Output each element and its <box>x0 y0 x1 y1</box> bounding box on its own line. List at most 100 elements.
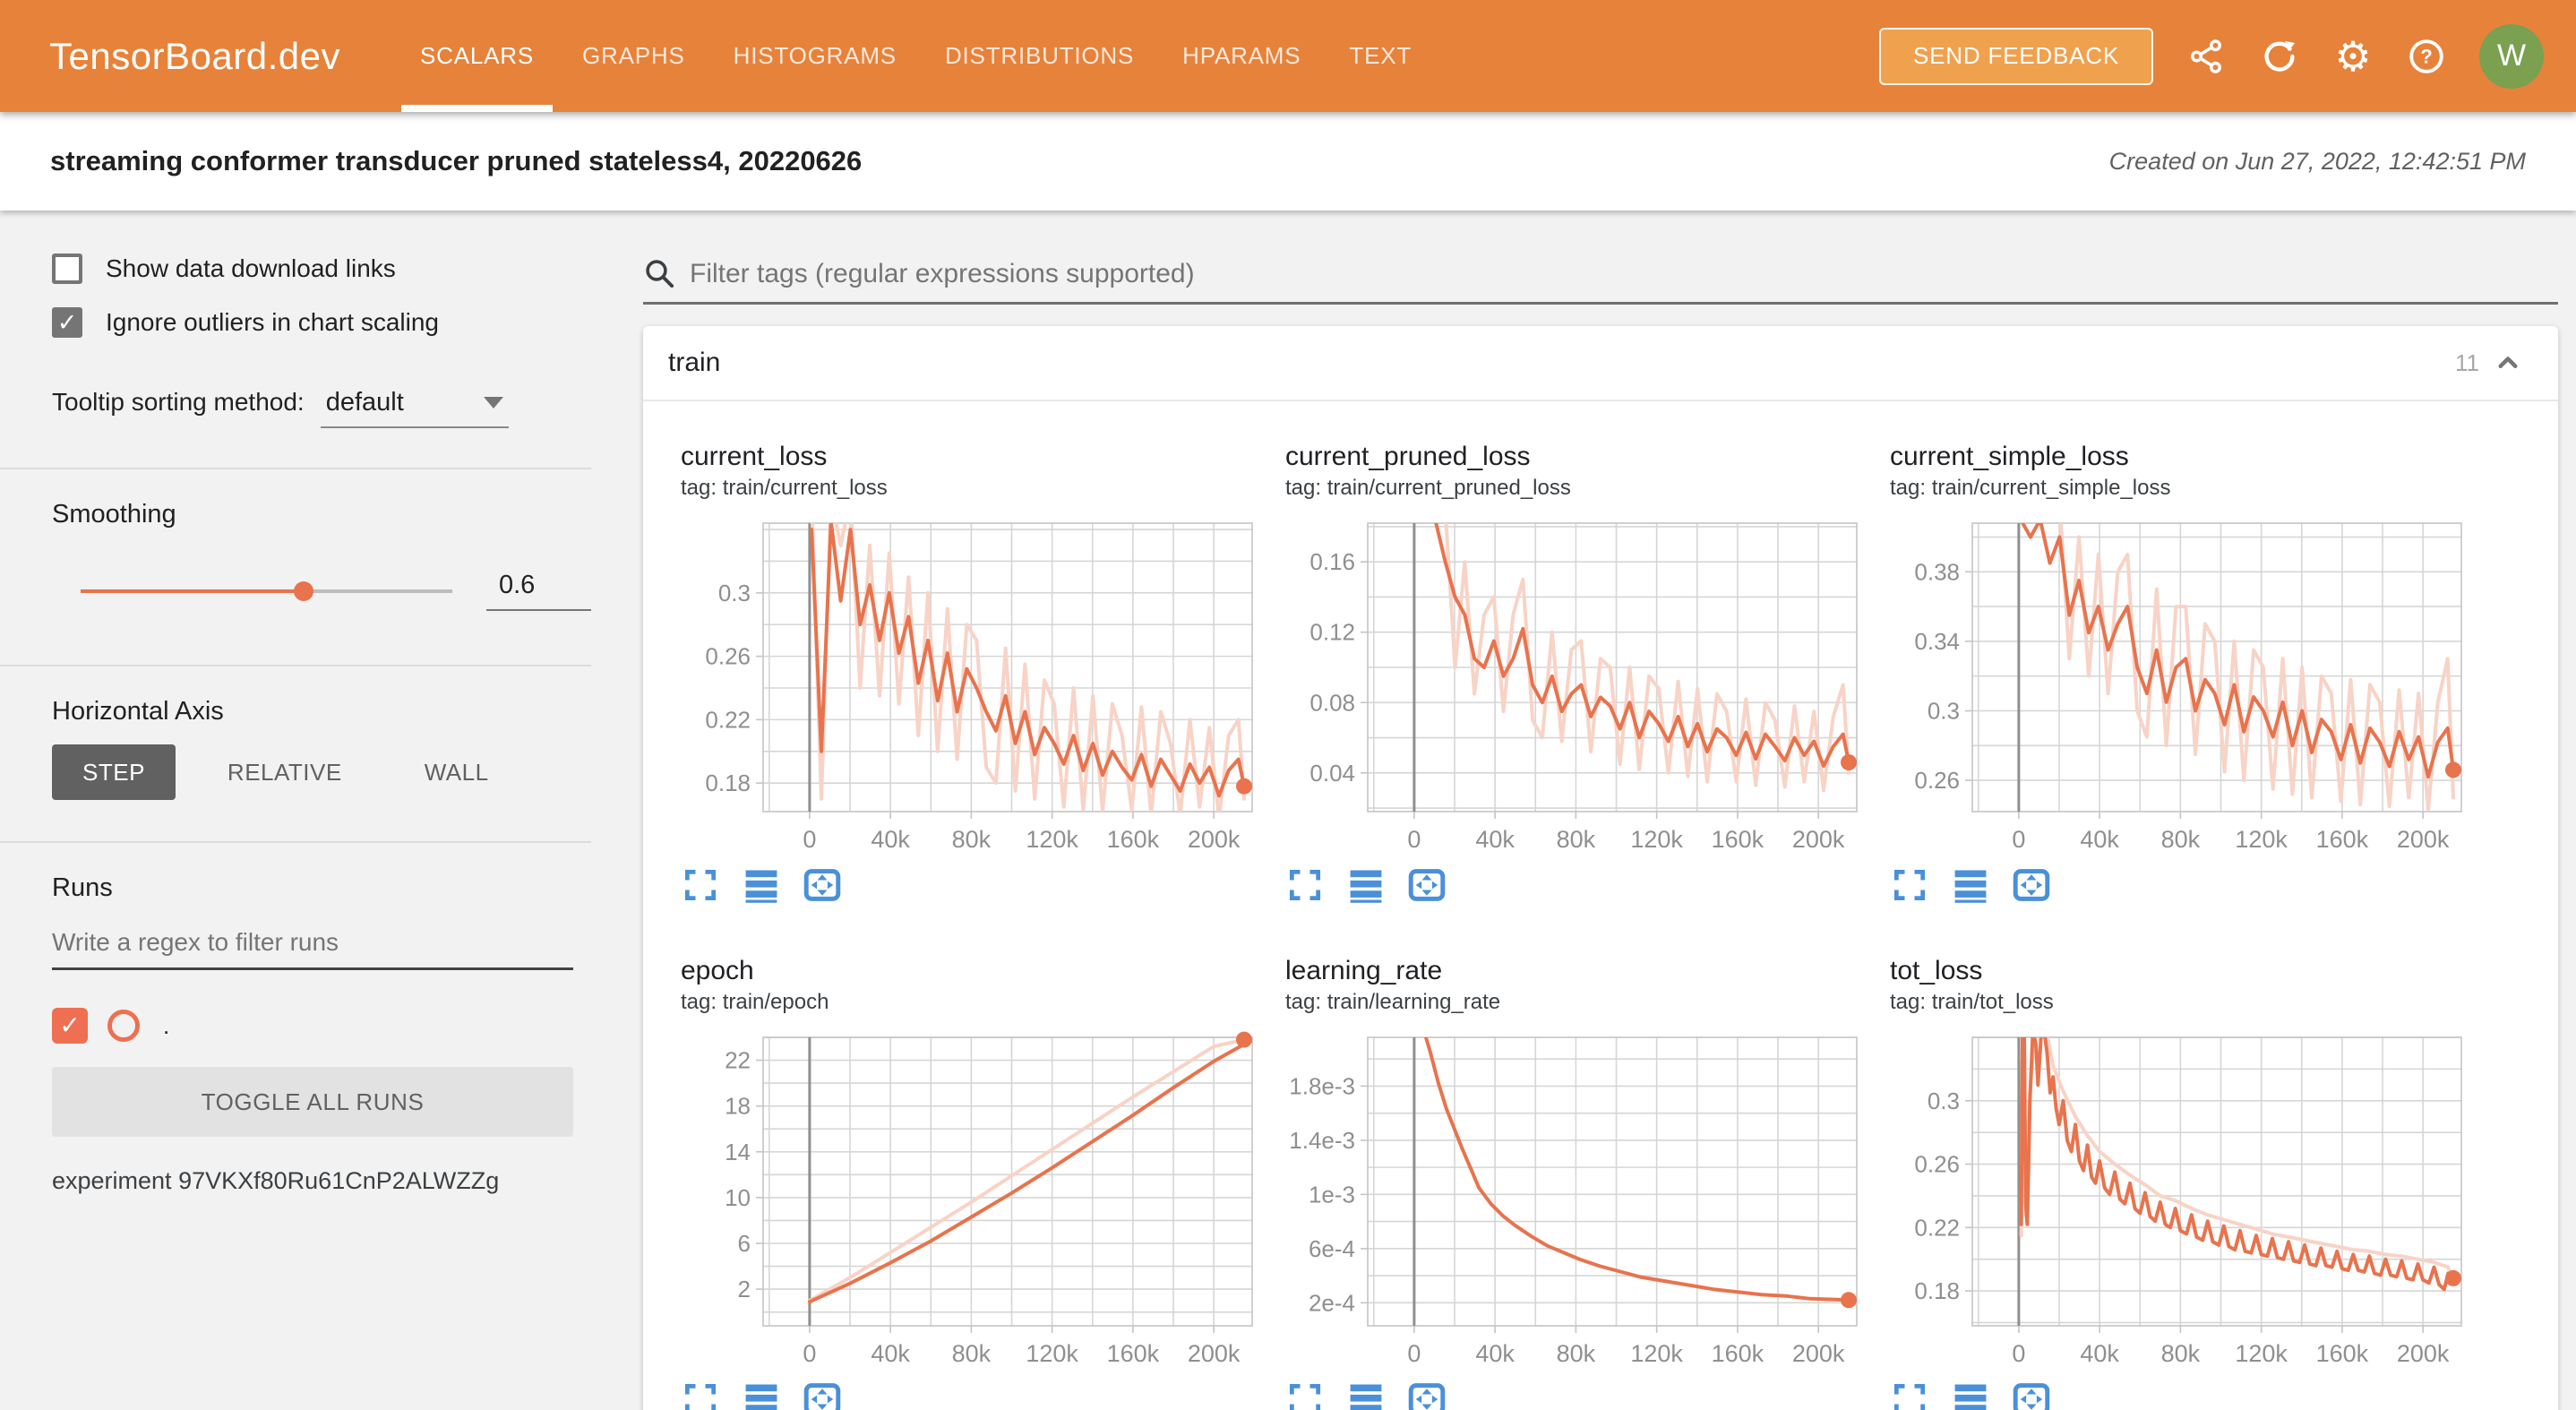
fit-domain-icon[interactable] <box>803 1380 842 1410</box>
run-checkbox[interactable]: ✓ <box>52 1008 88 1044</box>
toggle-all-runs-button[interactable]: TOGGLE ALL RUNS <box>52 1067 573 1137</box>
content: ✓ Show data download links ✓ Ignore outl… <box>0 211 2576 1410</box>
runs-filter-input[interactable] <box>52 928 573 970</box>
user-avatar[interactable]: W <box>2479 24 2544 89</box>
svg-text:160k: 160k <box>2316 1340 2369 1367</box>
svg-text:2e-4: 2e-4 <box>1309 1289 1355 1316</box>
smoothing-value-input[interactable] <box>486 571 591 611</box>
fullscreen-icon[interactable] <box>681 1380 720 1410</box>
settings-gear-icon[interactable]: ⚙ <box>2332 36 2374 77</box>
svg-text:160k: 160k <box>2316 826 2369 853</box>
data-table-icon[interactable] <box>742 1380 781 1410</box>
svg-text:160k: 160k <box>1712 826 1765 853</box>
axis-step-button[interactable]: STEP <box>52 744 176 800</box>
svg-text:120k: 120k <box>2235 1340 2288 1367</box>
chart-title: epoch <box>681 955 1254 987</box>
ignore-outliers-checkbox[interactable]: ✓ Ignore outliers in chart scaling <box>52 307 591 338</box>
svg-text:0: 0 <box>1407 1340 1421 1367</box>
tooltip-sorting-select[interactable]: default <box>321 388 509 428</box>
tab-text[interactable]: TEXT <box>1325 0 1436 112</box>
svg-text:80k: 80k <box>2161 1340 2201 1367</box>
scalar-chart-panel: current_simple_loss tag: train/current_s… <box>1890 441 2463 905</box>
chevron-up-icon[interactable] <box>2492 347 2524 379</box>
experiment-id: experiment 97VKXf80Ru61CnP2ALWZZg <box>52 1167 591 1195</box>
help-icon[interactable]: ? <box>2406 36 2447 77</box>
fullscreen-icon[interactable] <box>1890 865 1929 905</box>
svg-text:120k: 120k <box>1026 826 1078 853</box>
run-name: . <box>163 1012 169 1040</box>
svg-text:0.3: 0.3 <box>718 580 751 606</box>
line-chart[interactable]: 2610141822040k80k120k160k200k <box>681 1019 1254 1378</box>
svg-text:1.4e-3: 1.4e-3 <box>1289 1127 1355 1154</box>
fullscreen-icon[interactable] <box>1285 1380 1325 1410</box>
line-chart[interactable]: 0.180.220.260.3040k80k120k160k200k <box>681 505 1254 864</box>
refresh-icon[interactable] <box>2259 36 2300 77</box>
line-chart[interactable]: 2e-46e-41e-31.4e-31.8e-3040k80k120k160k2… <box>1285 1019 1859 1378</box>
checkbox-label: Show data download links <box>106 254 396 283</box>
fit-domain-icon[interactable] <box>1407 865 1447 905</box>
svg-text:0.08: 0.08 <box>1309 689 1355 716</box>
svg-text:40k: 40k <box>871 1340 910 1367</box>
send-feedback-button[interactable]: SEND FEEDBACK <box>1879 28 2153 85</box>
chart-tag: tag: train/current_loss <box>681 475 1254 502</box>
scalar-chart-panel: epoch tag: train/epoch 2610141822040k80k… <box>681 955 1254 1410</box>
data-table-icon[interactable] <box>1951 865 1990 905</box>
scalar-chart-panel: tot_loss tag: train/tot_loss 0.180.220.2… <box>1890 955 2463 1410</box>
show-download-links-checkbox[interactable]: ✓ Show data download links <box>52 254 591 284</box>
checkbox-icon[interactable]: ✓ <box>52 254 82 284</box>
svg-text:80k: 80k <box>952 1340 992 1367</box>
app-bar: TensorBoard.dev SCALARS GRAPHS HISTOGRAM… <box>0 0 2576 112</box>
smoothing-slider-thumb[interactable] <box>294 581 313 601</box>
svg-text:0.22: 0.22 <box>1914 1214 1960 1241</box>
share-icon[interactable] <box>2185 36 2227 77</box>
chart-toolbar <box>1890 865 2463 905</box>
tab-histograms[interactable]: HISTOGRAMS <box>709 0 921 112</box>
tag-filter-row <box>643 257 2558 305</box>
fullscreen-icon[interactable] <box>1285 865 1325 905</box>
train-group-header[interactable]: train 11 <box>643 326 2558 401</box>
svg-text:200k: 200k <box>1188 1340 1241 1367</box>
data-table-icon[interactable] <box>1346 865 1386 905</box>
chart-tag: tag: train/learning_rate <box>1285 989 1859 1016</box>
runs-label: Runs <box>52 873 591 903</box>
tab-hparams[interactable]: HPARAMS <box>1158 0 1325 112</box>
tab-graphs[interactable]: GRAPHS <box>558 0 709 112</box>
data-table-icon[interactable] <box>742 865 781 905</box>
axis-wall-button[interactable]: WALL <box>394 744 519 800</box>
svg-text:0.22: 0.22 <box>705 706 751 733</box>
chart-toolbar <box>681 1380 1254 1410</box>
svg-text:200k: 200k <box>1792 826 1845 853</box>
svg-text:2: 2 <box>738 1276 751 1303</box>
line-chart[interactable]: 0.260.30.340.38040k80k120k160k200k <box>1890 505 2463 864</box>
fit-domain-icon[interactable] <box>2012 1380 2051 1410</box>
svg-text:1.8e-3: 1.8e-3 <box>1289 1072 1355 1099</box>
svg-text:0: 0 <box>1407 826 1421 853</box>
horizontal-axis-buttons: STEP RELATIVE WALL <box>52 744 591 800</box>
data-table-icon[interactable] <box>1951 1380 1990 1410</box>
checkbox-label: Ignore outliers in chart scaling <box>106 308 439 337</box>
svg-text:40k: 40k <box>871 826 910 853</box>
charts-grid: current_loss tag: train/current_loss 0.1… <box>643 401 2558 1410</box>
svg-text:0: 0 <box>803 826 816 853</box>
fit-domain-icon[interactable] <box>1407 1380 1447 1410</box>
svg-text:14: 14 <box>725 1139 751 1165</box>
svg-text:80k: 80k <box>952 826 992 853</box>
tab-distributions[interactable]: DISTRIBUTIONS <box>921 0 1158 112</box>
line-chart[interactable]: 0.180.220.260.3040k80k120k160k200k <box>1890 1019 2463 1378</box>
svg-text:40k: 40k <box>2080 826 2119 853</box>
experiment-title: streaming conformer transducer pruned st… <box>50 145 862 177</box>
fit-domain-icon[interactable] <box>803 865 842 905</box>
svg-text:0: 0 <box>2012 1340 2025 1367</box>
axis-relative-button[interactable]: RELATIVE <box>197 744 373 800</box>
fullscreen-icon[interactable] <box>681 865 720 905</box>
tag-filter-input[interactable] <box>690 259 2558 289</box>
line-chart[interactable]: 0.040.080.120.16040k80k120k160k200k <box>1285 505 1859 864</box>
checkbox-icon[interactable]: ✓ <box>52 307 82 338</box>
tab-scalars[interactable]: SCALARS <box>396 0 558 112</box>
data-table-icon[interactable] <box>1346 1380 1386 1410</box>
group-name: train <box>668 348 720 378</box>
fullscreen-icon[interactable] <box>1890 1380 1929 1410</box>
fit-domain-icon[interactable] <box>2012 865 2051 905</box>
smoothing-slider[interactable] <box>81 580 452 602</box>
chart-title: current_pruned_loss <box>1285 441 1859 473</box>
